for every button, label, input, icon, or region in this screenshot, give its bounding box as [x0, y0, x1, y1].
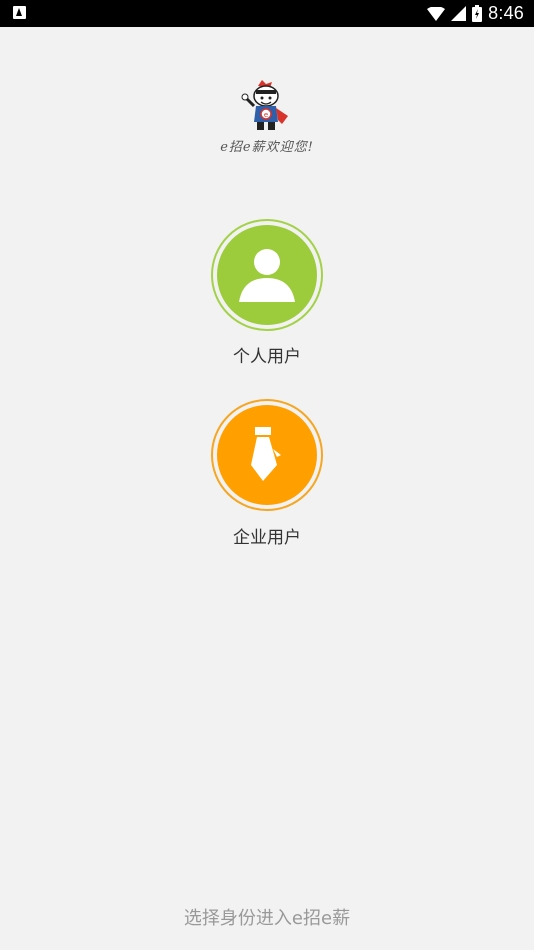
- enterprise-user-label[interactable]: 企业用户: [0, 523, 534, 548]
- personal-user-label[interactable]: 个人用户: [0, 342, 534, 367]
- footer-hint: 选择身份进入e招e薪: [183, 908, 351, 929]
- wifi-icon: [427, 6, 446, 21]
- mascot-logo: e: [241, 80, 288, 130]
- svg-text:e: e: [264, 111, 268, 119]
- enterprise-user-button[interactable]: [211, 399, 323, 511]
- status-icons: 8:46: [427, 0, 524, 27]
- notification-icon: [13, 6, 26, 19]
- personal-user-circle: [217, 225, 317, 325]
- battery-icon: [472, 5, 483, 22]
- enterprise-user-circle: [217, 405, 317, 505]
- status-bar: 8:46: [0, 0, 534, 27]
- status-time: 8:46: [488, 3, 524, 23]
- person-icon: [239, 249, 295, 302]
- personal-user-button[interactable]: [211, 219, 323, 331]
- signal-icon: [451, 6, 467, 21]
- welcome-text: e招e薪欢迎您!: [220, 140, 314, 155]
- tie-icon: [251, 427, 281, 481]
